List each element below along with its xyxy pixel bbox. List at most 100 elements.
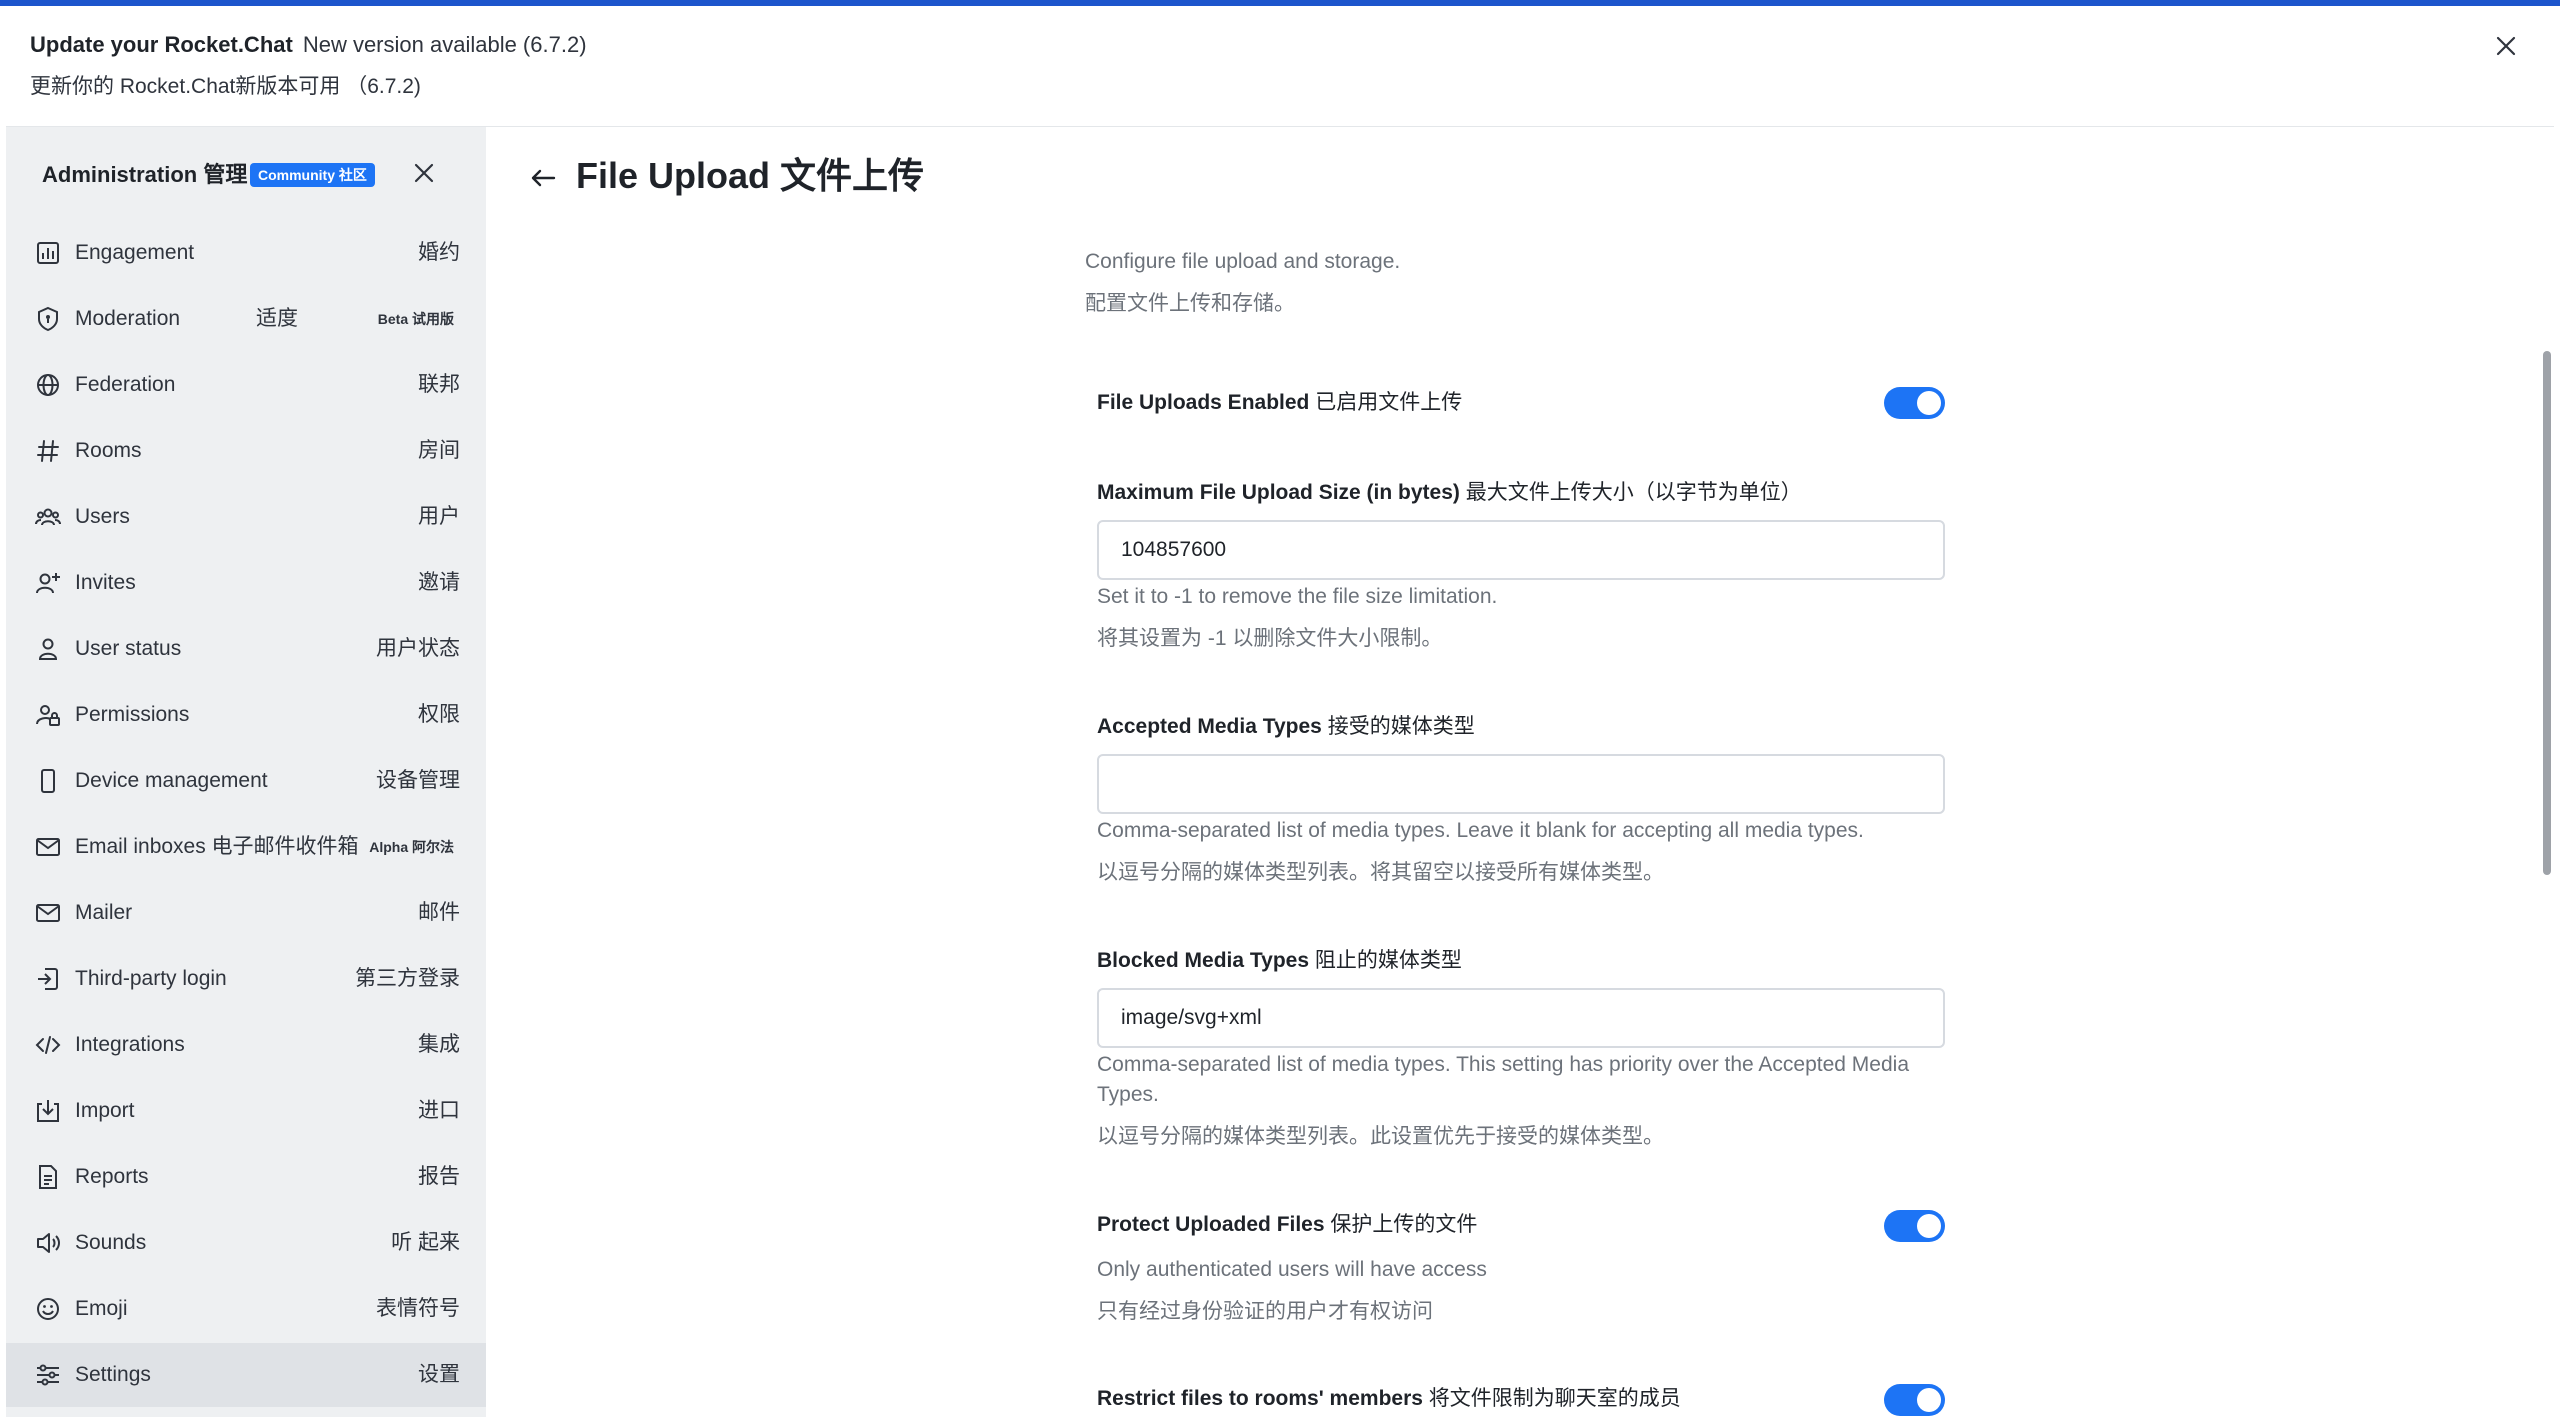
sidebar-item-label: Emoji bbox=[75, 1297, 128, 1320]
sidebar-item-third-party-login[interactable]: Third-party login 第三方登录 bbox=[6, 947, 486, 1011]
user-icon bbox=[33, 634, 63, 664]
mobile-icon bbox=[33, 766, 63, 796]
sidebar-item-label: Third-party login bbox=[75, 967, 227, 990]
page-description-translation: 配置文件上传和存储。 bbox=[1085, 292, 1295, 315]
banner-subtitle: New version available (6.7.2) bbox=[302, 32, 587, 57]
sidebar-item-label: Permissions bbox=[75, 703, 190, 726]
page-title: File Upload 文件上传 bbox=[576, 155, 925, 196]
restrict-rooms-toggle[interactable] bbox=[1884, 1384, 1945, 1416]
sidebar-item-translation: 适度 bbox=[256, 307, 298, 330]
setting-label-protect-files: Protect Uploaded Files 保护上传的文件 bbox=[1097, 1213, 1478, 1236]
banner-headline: Update your Rocket.Chat New version avail… bbox=[30, 30, 587, 60]
uploads-enabled-toggle[interactable] bbox=[1884, 387, 1945, 419]
sidebar-item-label: Rooms bbox=[75, 439, 142, 462]
sidebar-item-label: Users bbox=[75, 505, 130, 528]
sidebar-item-label: Import bbox=[75, 1099, 135, 1122]
shield-icon bbox=[33, 304, 63, 334]
sidebar-item-settings[interactable]: Settings 设置 bbox=[6, 1343, 486, 1407]
update-banner: Update your Rocket.Chat New version avail… bbox=[6, 6, 2554, 127]
max-size-hint: Set it to -1 to remove the file size lim… bbox=[1097, 585, 1498, 608]
setting-label-blocked-types: Blocked Media Types 阻止的媒体类型 bbox=[1097, 949, 1462, 972]
sidebar-item-users[interactable]: Users 用户 bbox=[6, 485, 486, 549]
sidebar-title: Administration 管理 bbox=[42, 162, 248, 187]
team-icon bbox=[33, 502, 63, 532]
sidebar-item-reports[interactable]: Reports 报告 bbox=[6, 1145, 486, 1209]
sidebar-item-label: Federation bbox=[75, 373, 176, 396]
protect-files-toggle[interactable] bbox=[1884, 1210, 1945, 1242]
protect-files-hint: Only authenticated users will have acces… bbox=[1097, 1258, 1487, 1281]
edition-badge: Community 社区 bbox=[250, 163, 375, 187]
main-panel: File Upload 文件上传 Configure file upload a… bbox=[486, 127, 2554, 1417]
sidebar-item-translation: 第三方登录 bbox=[355, 967, 460, 990]
sidebar-item-email-inboxes[interactable]: Email inboxes 电子邮件收件箱 Alpha 阿尔法 bbox=[6, 815, 486, 879]
mail-icon bbox=[33, 832, 63, 862]
sidebar-item-label: Invites bbox=[75, 571, 136, 594]
sidebar-item-translation: 设置 bbox=[418, 1363, 460, 1386]
sidebar-item-user-status[interactable]: User status 用户状态 bbox=[6, 617, 486, 681]
import-icon bbox=[33, 1096, 63, 1126]
blocked-types-hint: Comma-separated list of media types. Thi… bbox=[1097, 1053, 1909, 1106]
settings-sliders-icon bbox=[33, 1360, 63, 1390]
page-header: File Upload 文件上传 bbox=[486, 127, 2554, 227]
app-window: Update your Rocket.Chat New version avail… bbox=[0, 0, 2560, 1423]
sidebar-item-translation: 听 起来 bbox=[391, 1231, 460, 1254]
sidebar-item-device-management[interactable]: Device management 设备管理 bbox=[6, 749, 486, 813]
sidebar-item-label: Device management bbox=[75, 769, 268, 792]
sidebar-item-emoji[interactable]: Emoji 表情符号 bbox=[6, 1277, 486, 1341]
sidebar-item-translation: 集成 bbox=[418, 1033, 460, 1056]
emoji-icon bbox=[33, 1294, 63, 1324]
sidebar-item-label: Settings bbox=[75, 1363, 151, 1386]
scrollbar[interactable] bbox=[2540, 227, 2554, 1417]
mail-icon bbox=[33, 898, 63, 928]
max-size-hint-translation: 将其设置为 -1 以删除文件大小限制。 bbox=[1097, 627, 1443, 650]
sidebar-item-rooms[interactable]: Rooms 房间 bbox=[6, 419, 486, 483]
max-size-input[interactable] bbox=[1097, 520, 1945, 580]
sidebar-item-translation: 表情符号 bbox=[376, 1297, 460, 1320]
sidebar-item-label: Moderation bbox=[75, 307, 181, 330]
sidebar-item-sounds[interactable]: Sounds 听 起来 bbox=[6, 1211, 486, 1275]
blocked-types-input[interactable] bbox=[1097, 988, 1945, 1048]
sidebar-item-label: Email inboxes 电子邮件收件箱 bbox=[75, 835, 359, 858]
sidebar-header: Administration 管理 Community 社区 bbox=[6, 127, 486, 221]
sidebar-item-label: Reports bbox=[75, 1165, 149, 1188]
arrow-back-icon bbox=[531, 169, 556, 187]
sidebar-item-translation: 设备管理 bbox=[376, 769, 460, 792]
sidebar-close-button[interactable] bbox=[408, 157, 440, 189]
user-plus-icon bbox=[33, 568, 63, 598]
sidebar-item-label: Mailer bbox=[75, 901, 133, 924]
beta-tag: Beta 试用版 bbox=[377, 311, 454, 327]
sidebar-item-federation[interactable]: Federation 联邦 bbox=[6, 353, 486, 417]
sidebar-item-translation: 邀请 bbox=[418, 571, 460, 594]
setting-label-max-size: Maximum File Upload Size (in bytes) 最大文件… bbox=[1097, 481, 1802, 504]
setting-label-restrict-rooms: Restrict files to rooms' members 将文件限制为聊… bbox=[1097, 1387, 1681, 1410]
sidebar-item-label: User status bbox=[75, 637, 182, 660]
sidebar-item-moderation[interactable]: Moderation 适度 Beta 试用版 bbox=[6, 287, 486, 351]
sidebar-item-invites[interactable]: Invites 邀请 bbox=[6, 551, 486, 615]
banner-translation: 更新你的 Rocket.Chat新版本可用 （6.7.2) bbox=[30, 75, 421, 98]
banner-close-button[interactable] bbox=[2488, 28, 2524, 64]
volume-icon bbox=[33, 1228, 63, 1258]
sidebar-item-translation: 用户状态 bbox=[376, 637, 460, 660]
sidebar-item-translation: 报告 bbox=[418, 1165, 460, 1188]
document-icon bbox=[33, 1162, 63, 1192]
code-icon bbox=[33, 1030, 63, 1060]
sidebar-item-engagement[interactable]: Engagement 婚约 bbox=[6, 221, 486, 285]
back-button[interactable] bbox=[526, 161, 560, 195]
sidebar-item-translation: 房间 bbox=[418, 439, 460, 462]
protect-files-hint-translation: 只有经过身份验证的用户才有权访问 bbox=[1097, 1300, 1433, 1323]
user-lock-icon bbox=[33, 700, 63, 730]
sidebar-item-integrations[interactable]: Integrations 集成 bbox=[6, 1013, 486, 1077]
accepted-types-hint: Comma-separated list of media types. Lea… bbox=[1097, 819, 1864, 842]
hash-icon bbox=[33, 436, 63, 466]
page-description: Configure file upload and storage. bbox=[1085, 250, 1401, 273]
sidebar-item-mailer[interactable]: Mailer 邮件 bbox=[6, 881, 486, 945]
login-icon bbox=[33, 964, 63, 994]
accepted-types-hint-translation: 以逗号分隔的媒体类型列表。将其留空以接受所有媒体类型。 bbox=[1097, 861, 1664, 884]
scrollbar-thumb[interactable] bbox=[2543, 351, 2551, 875]
accepted-types-input[interactable] bbox=[1097, 754, 1945, 814]
sidebar-item-label: Sounds bbox=[75, 1231, 147, 1254]
sidebar-item-import[interactable]: Import 进口 bbox=[6, 1079, 486, 1143]
sidebar-item-permissions[interactable]: Permissions 权限 bbox=[6, 683, 486, 747]
close-icon bbox=[414, 163, 434, 183]
setting-label-accepted-types: Accepted Media Types 接受的媒体类型 bbox=[1097, 715, 1475, 738]
